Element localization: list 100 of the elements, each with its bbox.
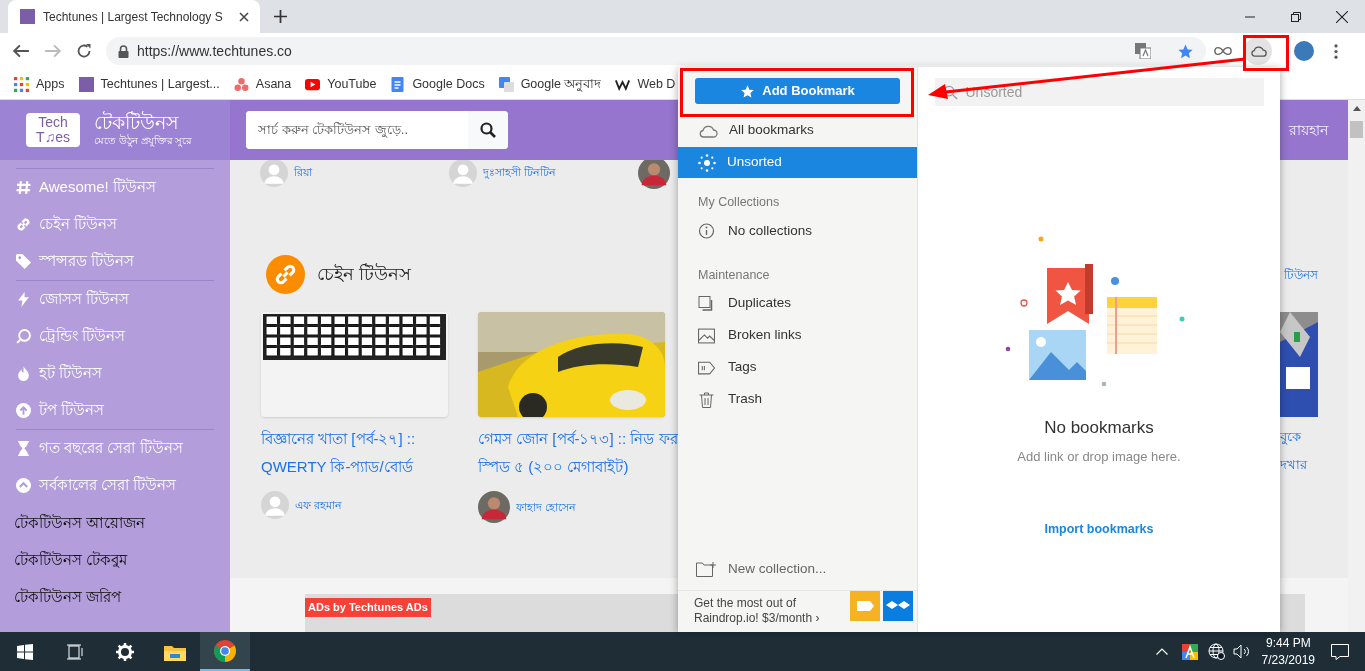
bookmark-item[interactable]: Google অনুবাদ — [498, 74, 602, 94]
flame-icon — [16, 366, 31, 381]
menu-icon[interactable] — [1334, 43, 1338, 59]
logo-text: T♫es — [36, 130, 70, 145]
trash-icon — [698, 391, 715, 408]
reload-icon[interactable] — [76, 43, 92, 59]
author-link[interactable]: দুঃসাহসী টিনটিন — [483, 164, 557, 181]
avatar-icon — [260, 160, 288, 187]
chevron-up-icon[interactable] — [1155, 648, 1168, 655]
dots-icon — [233, 76, 249, 92]
scroll-up-icon[interactable] — [1352, 106, 1361, 111]
bookmark-item[interactable]: Techtunes | Largest... — [78, 74, 220, 94]
tag-icon — [16, 254, 31, 269]
back-icon[interactable] — [12, 42, 30, 60]
star-icon[interactable] — [1177, 42, 1194, 60]
avatar-icon — [449, 160, 477, 187]
url-text: https://www.techtunes.co — [137, 41, 293, 61]
annotation-box — [1243, 35, 1289, 71]
sidebar-item[interactable]: টেকটিউনস টেকবুম — [14, 542, 214, 579]
favicon-icon — [78, 76, 94, 92]
site-logo[interactable]: Tech T♫es — [26, 113, 80, 147]
sidebar-item[interactable]: টেকটিউনস আয়োজন — [14, 505, 214, 542]
globe-icon[interactable] — [1207, 643, 1225, 660]
arrow-up-circle-icon — [16, 403, 31, 418]
bookmark-item[interactable]: Google Docs — [390, 74, 485, 94]
sidebar-item[interactable]: টেকটিউনস জরিপ — [14, 579, 214, 616]
lock-icon — [118, 44, 129, 58]
author-link[interactable]: এফ রহমান — [295, 496, 343, 514]
add-bookmark-button[interactable]: Add Bookmark — [695, 78, 900, 104]
see-more-link[interactable]: টিউনস — [1284, 265, 1318, 284]
keyboard-language-icon[interactable] — [1181, 643, 1198, 660]
collection-item[interactable]: All bookmarks — [678, 115, 917, 146]
author-link[interactable]: রিয়া — [294, 164, 312, 181]
article-title-link[interactable]: বিজ্ঞানের খাতা [পর্ব-২৭] :: QWERTY কি-প্যাড/বোর্ড — [261, 425, 461, 481]
close-icon[interactable] — [1336, 10, 1348, 23]
chrome-button[interactable] — [200, 632, 250, 671]
volume-icon[interactable] — [1232, 644, 1250, 659]
collection-item[interactable]: Duplicates — [678, 287, 917, 320]
chevron-up-circle-icon — [16, 478, 31, 493]
promo-link[interactable]: Get the most out of Raindrop.io! $3/month › — [694, 596, 844, 626]
article-title-link[interactable]: গেমস জোন [পর্ব-১৭৩] :: নিড ফর স্পিড ৫ (২০০ মেগাবাইট) — [478, 425, 678, 481]
link-circle-icon — [266, 255, 305, 294]
empty-state-hint: Add link or drop image here. — [1017, 447, 1181, 466]
translate-icon — [498, 76, 514, 92]
restore-icon[interactable] — [1291, 11, 1301, 22]
document-icon — [390, 76, 406, 92]
notification-icon[interactable] — [1331, 643, 1349, 660]
apps-grid-icon — [14, 76, 29, 92]
section-heading: Maintenance — [697, 266, 771, 284]
tab-title: Techtunes | Largest Technology S — [43, 8, 223, 26]
play-icon — [305, 76, 321, 92]
image-icon — [698, 327, 715, 344]
scrollbar[interactable] — [1348, 100, 1365, 632]
star-icon — [740, 83, 756, 99]
translate-icon[interactable] — [1135, 43, 1151, 59]
site-tagline: মেতে উঠুন প্রযুক্তির সুরে — [94, 134, 193, 148]
author-link[interactable]: ফাহাদ হোসেন — [516, 498, 577, 516]
settings-icon — [116, 642, 134, 661]
collection-item[interactable]: No collections — [678, 214, 917, 247]
infinity-icon[interactable] — [1214, 45, 1232, 57]
address-bar[interactable]: https://www.techtunes.co — [106, 37, 1206, 65]
hourglass-icon — [16, 441, 31, 456]
avatar-icon — [261, 491, 289, 519]
search-button[interactable] — [468, 111, 508, 149]
link-icon — [16, 217, 31, 232]
clock[interactable]: 9:44 PM 7/23/2019 — [1261, 634, 1315, 669]
scrollbar-thumb[interactable] — [1350, 121, 1363, 138]
bookmark-item[interactable]: YouTube — [305, 74, 377, 94]
profile-avatar[interactable] — [1294, 41, 1314, 61]
bookmark-item[interactable]: Web D — [615, 74, 676, 94]
browser-tab[interactable]: Techtunes | Largest Technology S — [8, 0, 260, 33]
sparkle-icon — [698, 153, 716, 172]
close-icon[interactable] — [238, 11, 249, 22]
collection-item[interactable]: Trash — [678, 383, 917, 416]
cloud-icon — [698, 123, 718, 138]
bookmark-item[interactable]: Apps — [14, 74, 65, 94]
ad-label: ADs by Techtunes ADs — [305, 598, 431, 617]
folder-add-icon — [696, 561, 716, 577]
user-name[interactable]: রায়হান — [1289, 119, 1328, 141]
collection-item[interactable]: Tags — [678, 351, 917, 384]
hash-icon — [16, 180, 31, 195]
section-title: চেইন টিউনস — [317, 262, 411, 286]
duplicates-icon — [698, 295, 715, 312]
bookmark-item[interactable]: Asana — [233, 74, 292, 94]
tag-app-icon — [850, 591, 880, 621]
import-bookmarks-link[interactable]: Import bookmarks — [1044, 520, 1154, 539]
logo-text: Tech — [38, 115, 68, 130]
task-view-icon — [67, 643, 83, 660]
collection-item[interactable]: Broken links — [678, 319, 917, 352]
collection-item[interactable]: Unsorted — [678, 147, 917, 178]
article-title-link[interactable]: বুকে দখার — [1280, 423, 1318, 479]
search-bar[interactable]: সার্চ করুন টেকটিউনস জুড়ে.. — [246, 111, 508, 149]
favicon-icon — [20, 9, 35, 24]
new-tab-icon[interactable] — [273, 10, 287, 23]
lightning-icon — [16, 292, 31, 307]
box-app-icon — [883, 591, 913, 621]
tag-icon — [698, 359, 715, 376]
search-icon — [480, 122, 496, 138]
new-collection-button[interactable]: New collection... — [678, 554, 917, 584]
section-heading: My Collections — [697, 194, 781, 211]
